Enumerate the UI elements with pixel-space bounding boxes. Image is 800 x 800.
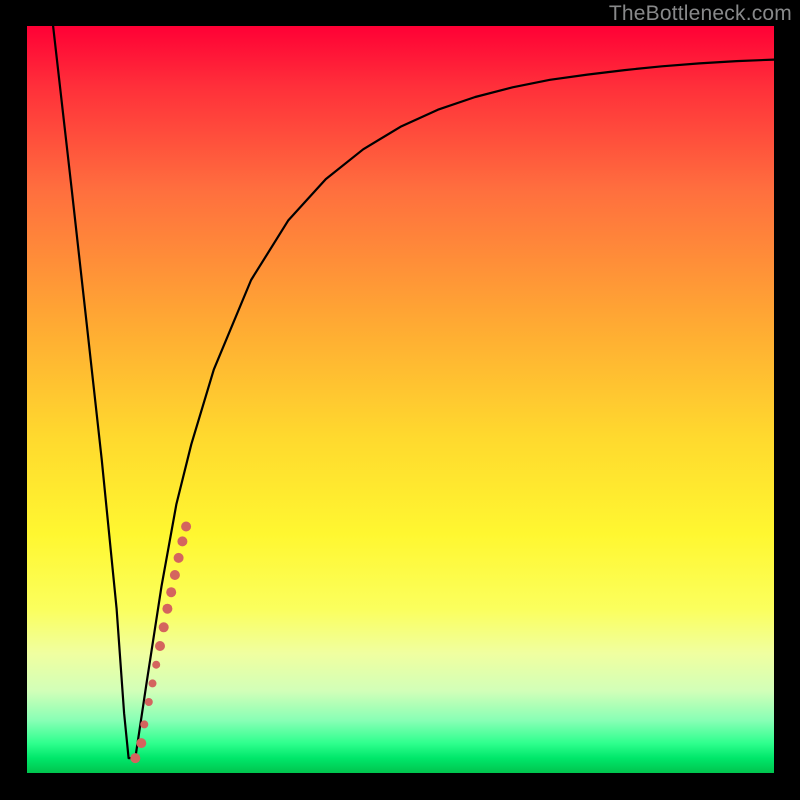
marker-dot	[174, 553, 184, 563]
plot-area	[27, 26, 774, 773]
marker-dot	[140, 720, 148, 728]
watermark-text: TheBottleneck.com	[609, 2, 792, 26]
marker-dot	[159, 622, 169, 632]
marker-dot	[152, 661, 160, 669]
marker-dot	[130, 753, 140, 763]
marker-dot	[155, 641, 165, 651]
marker-dot	[170, 570, 180, 580]
marker-dot	[166, 587, 176, 597]
marker-dot	[149, 679, 157, 687]
marker-dot	[145, 698, 153, 706]
marker-dot	[136, 738, 146, 748]
chart-svg	[27, 26, 774, 773]
marker-dot	[181, 522, 191, 532]
chart-frame: TheBottleneck.com	[0, 0, 800, 800]
marker-dot	[177, 536, 187, 546]
marker-dot	[162, 604, 172, 614]
